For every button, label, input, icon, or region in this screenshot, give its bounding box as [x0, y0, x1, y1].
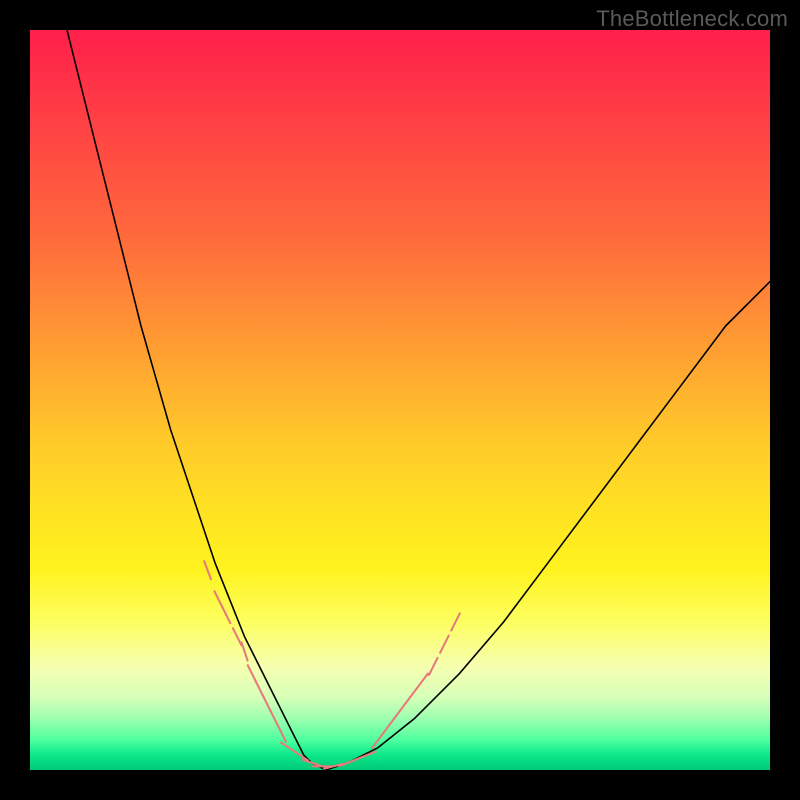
highlight-segment [372, 733, 384, 748]
highlight-segment [204, 561, 211, 579]
highlight-segment [302, 760, 320, 766]
highlight-segment [339, 759, 357, 766]
watermark-text: TheBottleneck.com [596, 6, 788, 32]
plot-area [30, 30, 770, 770]
highlight-segment [277, 724, 286, 741]
highlight-segment [429, 658, 438, 675]
marker-layer [204, 561, 460, 768]
bottleneck-curve-path [67, 30, 770, 770]
highlight-segment [416, 674, 428, 689]
highlight-segment [383, 718, 395, 733]
chart-svg [30, 30, 770, 770]
chart-frame: TheBottleneck.com [0, 0, 800, 800]
highlight-segment [394, 703, 406, 718]
highlight-segment [451, 613, 460, 630]
highlight-segment [405, 688, 417, 703]
highlight-segment [292, 750, 308, 761]
highlight-segment [440, 636, 449, 653]
highlight-segment [242, 642, 248, 660]
highlight-segment [233, 628, 242, 645]
highlight-segment [222, 606, 231, 623]
curve-layer [67, 30, 770, 770]
